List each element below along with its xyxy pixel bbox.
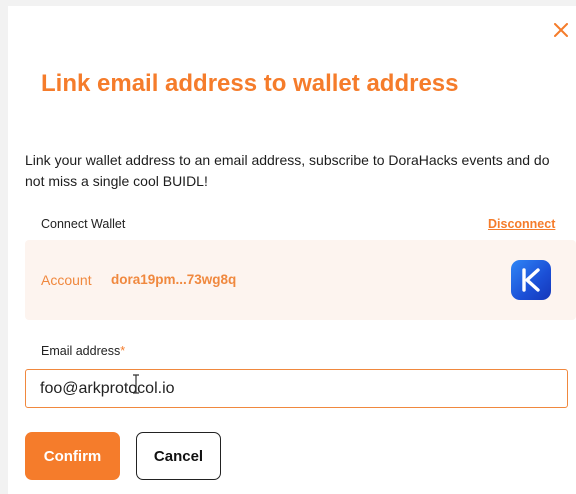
close-icon [554, 23, 568, 37]
link-email-dialog: Link email address to wallet address Lin… [8, 6, 576, 494]
cancel-button[interactable]: Cancel [136, 432, 221, 480]
email-label: Email address* [41, 344, 125, 358]
disconnect-link[interactable]: Disconnect [488, 217, 555, 231]
account-label: Account [41, 272, 92, 288]
required-mark: * [120, 344, 126, 358]
email-label-text: Email address [41, 344, 121, 358]
account-address: dora19pm...73wg8q [111, 272, 237, 287]
keplr-wallet-icon [511, 260, 551, 300]
text-cursor-icon [133, 374, 139, 394]
wallet-logo-glyph [522, 268, 540, 292]
close-button[interactable] [551, 20, 571, 40]
email-input[interactable] [25, 369, 568, 408]
dialog-title: Link email address to wallet address [41, 70, 459, 97]
account-panel: Account dora19pm...73wg8q [25, 240, 576, 320]
confirm-button[interactable]: Confirm [25, 432, 120, 480]
dialog-description: Link your wallet address to an email add… [25, 152, 550, 189]
connect-wallet-label: Connect Wallet [41, 217, 126, 231]
